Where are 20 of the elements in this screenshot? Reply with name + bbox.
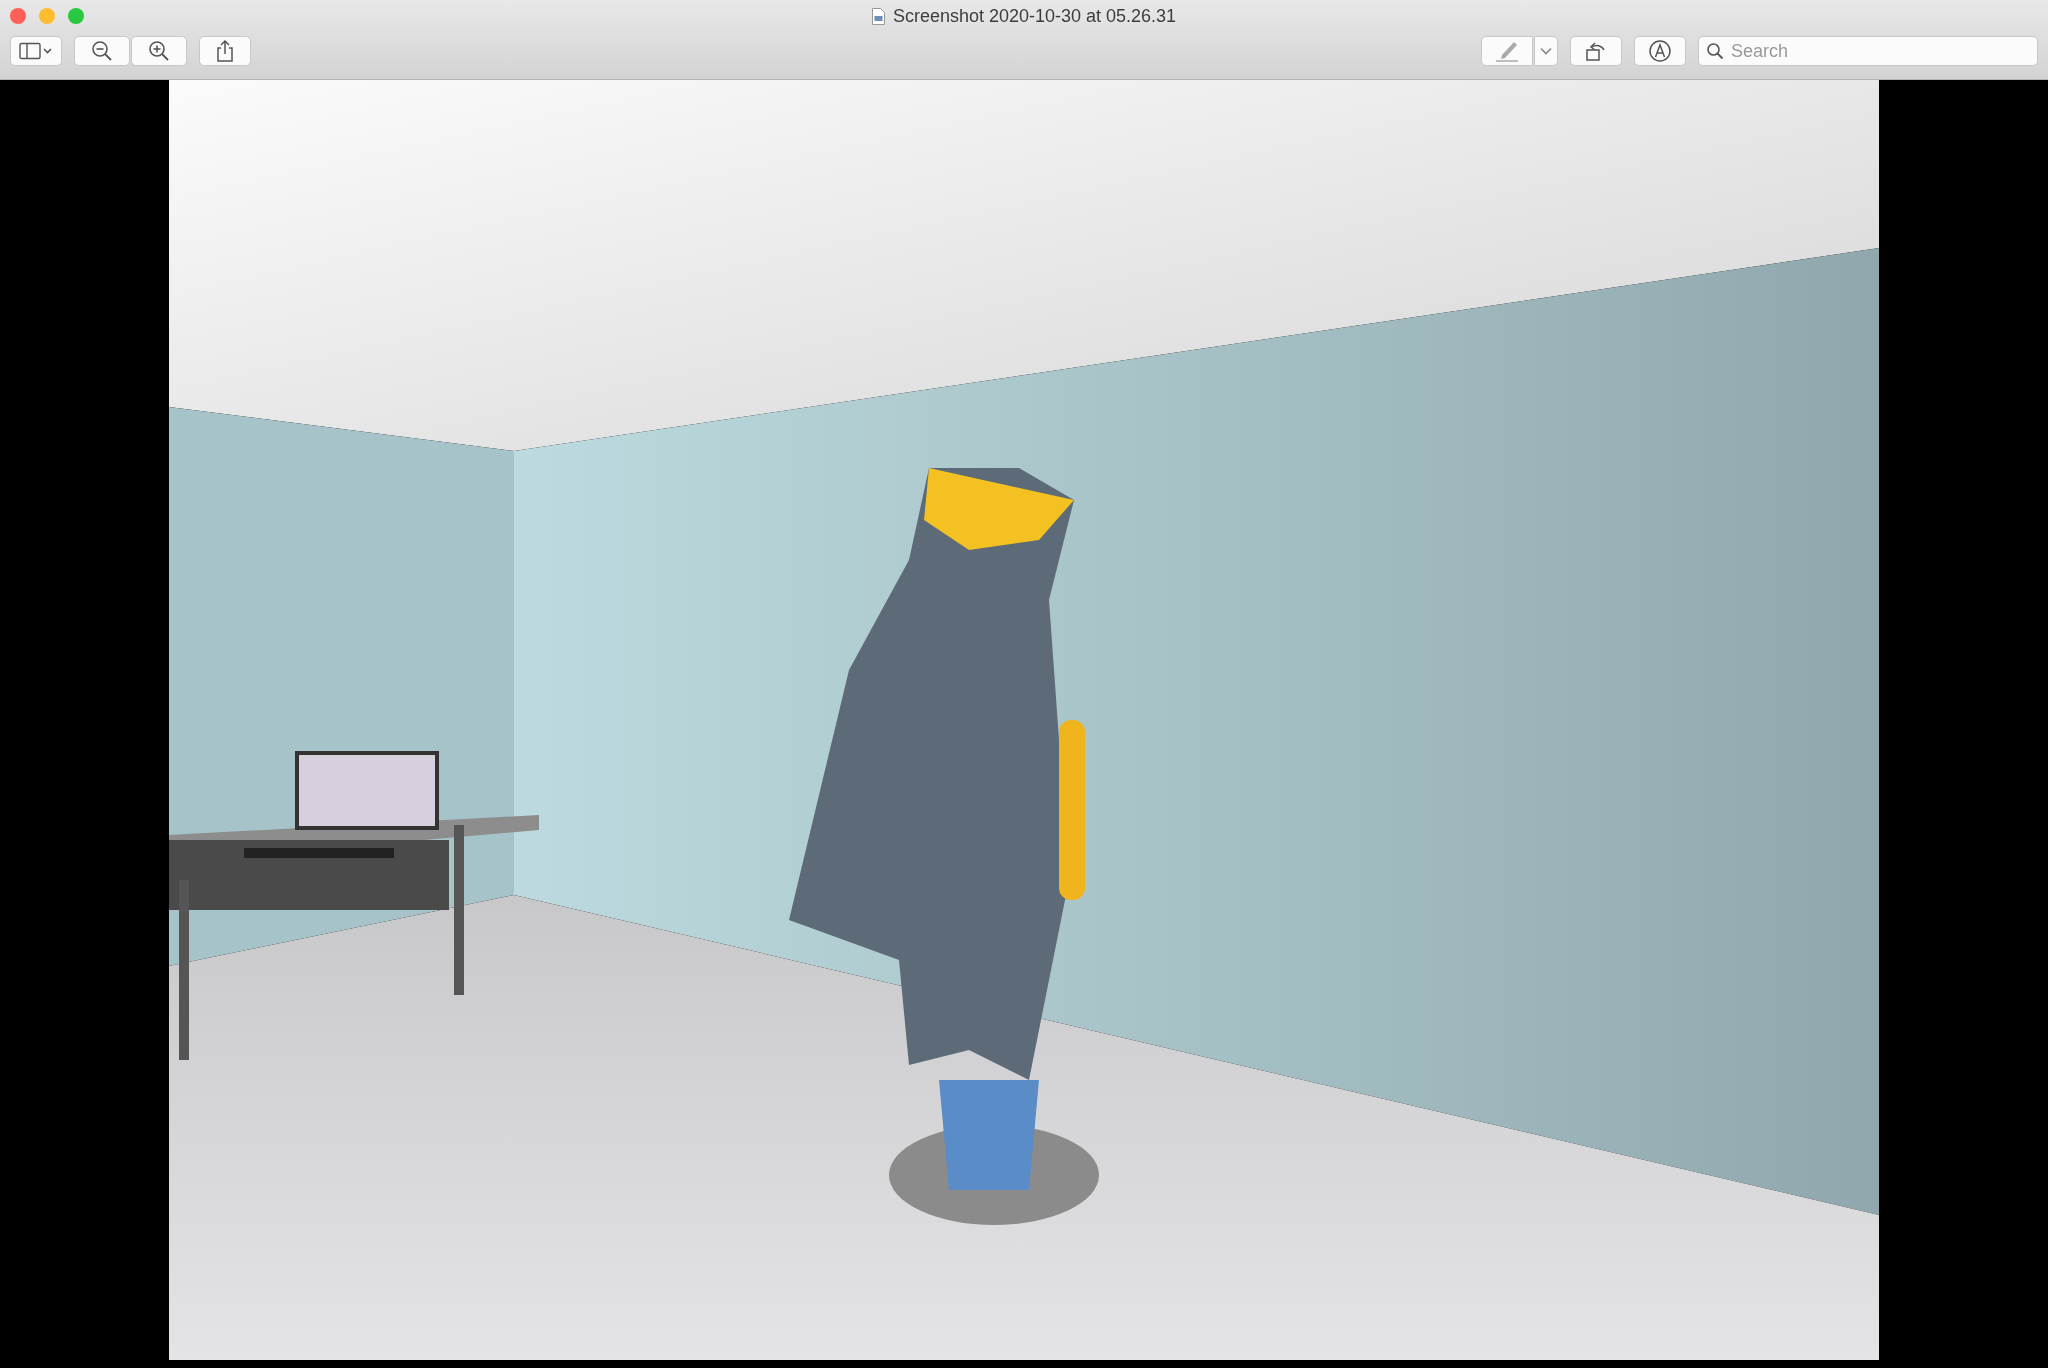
zoom-in-button[interactable] [131,36,187,66]
sidebar-toggle-button[interactable] [10,36,62,66]
markup-dropdown-button[interactable] [1534,36,1558,66]
document-icon [871,7,885,25]
share-icon [216,39,234,63]
zoom-out-button[interactable] [74,36,130,66]
markup-pen-button[interactable] [1481,36,1533,66]
close-window-button[interactable] [10,8,26,24]
window-title: Screenshot 2020-10-30 at 05.26.31 [892,5,1177,27]
share-button[interactable] [199,36,251,66]
zoom-out-icon [91,40,113,62]
search-field[interactable]: Search [1698,36,2038,66]
zoom-in-icon [148,40,170,62]
pen-icon [1494,39,1520,63]
rotate-button[interactable] [1570,36,1622,66]
markup-toolbar-button[interactable] [1634,36,1686,66]
chevron-down-icon [1540,47,1552,55]
rotate-icon [1584,39,1608,63]
sidebar-icon [19,42,53,60]
markup-icon [1648,39,1672,63]
